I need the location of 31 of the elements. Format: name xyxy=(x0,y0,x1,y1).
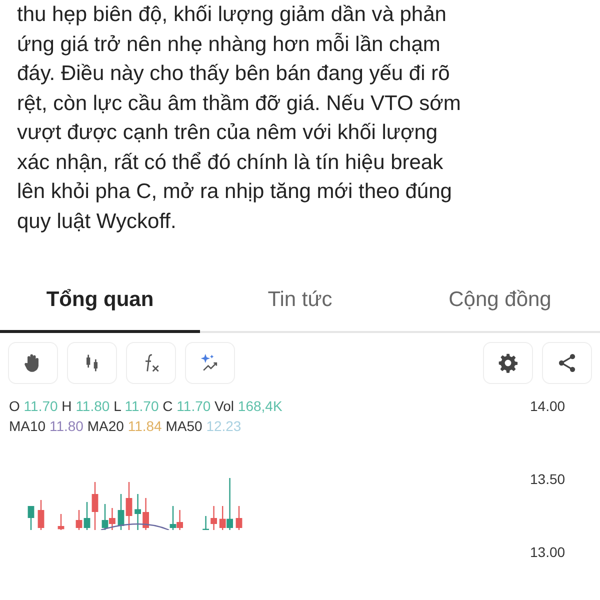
candlestick xyxy=(236,506,242,530)
candlestick xyxy=(210,506,217,530)
price-legend: O 11.70 H 11.80 L 11.70 C 11.70 Vol 168,4K xyxy=(9,396,530,416)
candlestick xyxy=(38,500,44,530)
candlestick xyxy=(134,494,141,530)
candlestick xyxy=(142,498,149,530)
article-text-line: quy luật Wyckoff. xyxy=(17,208,178,234)
article-text-line: đáy. Điều này cho thấy bên bán đang yếu đi rõ xyxy=(17,61,451,87)
toolbar-button[interactable] xyxy=(542,342,592,384)
article-text-line: thu hẹp biên độ, khối lượng giảm dần và phản xyxy=(17,2,448,28)
article-text-line: ứng giá trở nên nhẹ nhàng hơn mỗi lần chạm xyxy=(17,32,442,58)
price-legend: MA10 11.80 MA20 11.84 MA50 12.23 xyxy=(9,416,530,436)
price-axis-label: 13.00 xyxy=(530,544,566,560)
article-text-line: rệt, còn lực cầu âm thầm đỡ giá. Nếu VTO sớm xyxy=(17,90,462,116)
toolbar-button[interactable] xyxy=(483,342,533,384)
tab[interactable]: Tin tức xyxy=(200,278,400,333)
toolbar-button[interactable] xyxy=(67,342,117,384)
article-text-line: xác nhận, rất có thể đó chính là tín hiệu break xyxy=(17,150,444,176)
moving-average-line xyxy=(100,523,170,530)
price-axis-label: 14.00 xyxy=(530,398,566,414)
price-axis-label: 13.50 xyxy=(530,471,566,487)
candlestick xyxy=(202,516,209,530)
tab[interactable]: Tổng quan xyxy=(0,278,200,333)
settings-icon xyxy=(497,352,519,374)
article-text-line: lên khỏi pha C, mở ra nhịp tăng mới theo đúng xyxy=(17,179,453,205)
toolbar-button[interactable] xyxy=(8,342,58,384)
candlestick xyxy=(28,506,34,530)
tab[interactable]: Cộng đồng xyxy=(400,278,600,333)
share-icon xyxy=(556,352,578,374)
article-text-line: vượt được cạnh trên của nêm với khối lượng xyxy=(17,120,439,146)
candlestick xyxy=(58,514,64,530)
